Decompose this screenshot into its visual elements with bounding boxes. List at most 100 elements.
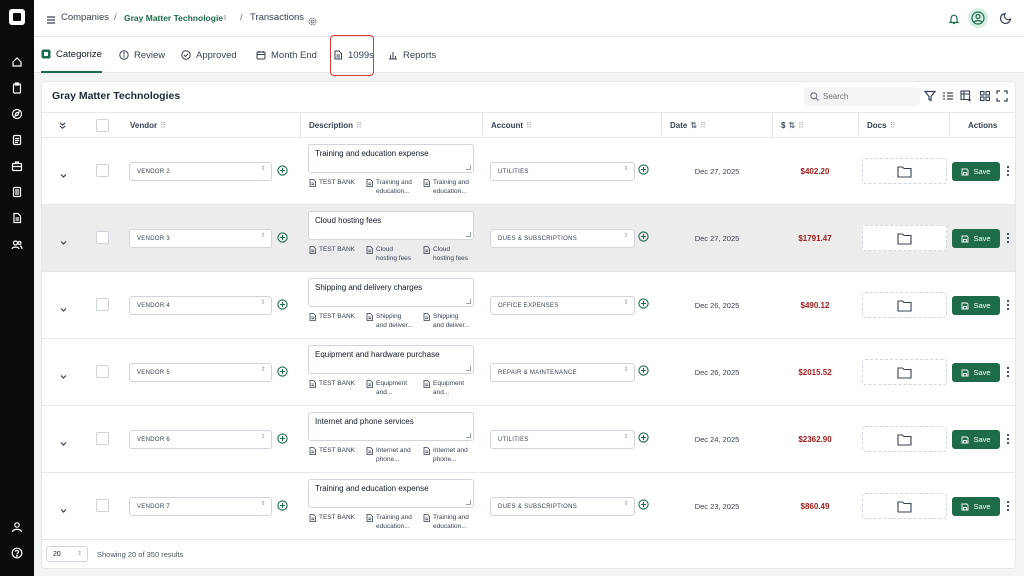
add-account-icon[interactable] [638, 365, 649, 376]
column-header-vendor[interactable]: Vendor ⠿ [130, 113, 166, 137]
document-icon[interactable] [11, 134, 23, 146]
filter-icon[interactable] [924, 90, 936, 102]
dark-mode-icon[interactable] [999, 11, 1013, 25]
add-vendor-icon[interactable] [277, 500, 288, 511]
drag-handle-icon[interactable]: ⠿ [356, 121, 362, 130]
account-select[interactable]: DUES & SUBSCRIPTIONS ⇕ [490, 497, 635, 516]
drag-handle-icon[interactable]: ⠿ [700, 121, 706, 130]
column-header-description[interactable]: Description ⠿ [309, 113, 362, 137]
search-box[interactable] [804, 87, 920, 106]
users-icon[interactable] [11, 239, 23, 251]
more-options-icon[interactable] [1006, 232, 1010, 244]
tab-categorize[interactable]: Categorize [41, 37, 102, 73]
attachment-item[interactable]: Cloud hosting fees [366, 246, 411, 263]
sort-icon[interactable]: ⇅ [788, 121, 795, 130]
docs-dropzone[interactable] [862, 359, 947, 385]
description-input[interactable]: Training and education expense [308, 479, 474, 508]
row-checkbox[interactable] [96, 164, 109, 177]
more-options-icon[interactable] [1006, 433, 1010, 445]
resize-grip[interactable] [466, 232, 471, 237]
chevron-down-icon[interactable] [59, 502, 68, 513]
column-header-account[interactable]: Account ⠿ [491, 113, 532, 137]
column-header-date[interactable]: Date ⇅ ⠿ [670, 113, 706, 137]
table-row[interactable]: VENDOR 3 ⇕ Cloud hosting fees TEST BANK … [42, 205, 1015, 272]
resize-grip[interactable] [466, 299, 471, 304]
vendor-select[interactable]: VENDOR 5 ⇕ [129, 363, 272, 382]
bell-icon[interactable] [948, 12, 960, 25]
add-vendor-icon[interactable] [277, 299, 288, 310]
resize-grip[interactable] [466, 366, 471, 371]
add-vendor-icon[interactable] [277, 433, 288, 444]
briefcase-icon[interactable] [11, 160, 23, 172]
tab-review[interactable]: Review [119, 37, 165, 73]
add-account-icon[interactable] [638, 231, 649, 242]
expand-all-icon[interactable] [58, 113, 67, 137]
account-select[interactable]: DUES & SUBSCRIPTIONS ⇕ [490, 229, 635, 248]
description-input[interactable]: Internet and phone services [308, 412, 474, 441]
more-options-icon[interactable] [1006, 366, 1010, 378]
breadcrumb-company[interactable]: Gray Matter Technologie [124, 13, 223, 23]
tab-approved[interactable]: Approved [181, 37, 237, 73]
account-select[interactable]: REPAIR & MAINTENANCE ⇕ [490, 363, 635, 382]
table-row[interactable]: VENDOR 5 ⇕ Equipment and hardware purcha… [42, 339, 1015, 406]
drag-handle-icon[interactable]: ⠿ [526, 121, 532, 130]
vendor-select[interactable]: VENDOR 6 ⇕ [129, 430, 272, 449]
table-row[interactable]: VENDOR 4 ⇕ Shipping and delivery charges… [42, 272, 1015, 339]
help-icon[interactable] [11, 547, 23, 559]
table-add-icon[interactable] [960, 90, 972, 102]
save-button[interactable]: Save [952, 430, 1000, 449]
home-icon[interactable] [11, 56, 23, 68]
attachment-item[interactable]: Shipping and deliver... [366, 313, 413, 330]
description-input[interactable]: Training and education expense [308, 144, 474, 173]
add-account-icon[interactable] [638, 164, 649, 175]
description-input[interactable]: Equipment and hardware purchase [308, 345, 474, 374]
file-text-icon[interactable] [11, 186, 23, 198]
docs-dropzone[interactable] [862, 225, 947, 251]
row-checkbox[interactable] [96, 365, 109, 378]
table-row[interactable]: VENDOR 2 ⇕ Training and education expens… [42, 138, 1015, 205]
resize-grip[interactable] [466, 500, 471, 505]
tab-reports[interactable]: Reports [388, 37, 436, 73]
column-header-amount[interactable]: $ ⇅ ⠿ [781, 113, 804, 137]
description-input[interactable]: Cloud hosting fees [308, 211, 474, 240]
add-vendor-icon[interactable] [277, 366, 288, 377]
clipboard-icon[interactable] [11, 82, 23, 94]
resize-grip[interactable] [466, 165, 471, 170]
attachment-item[interactable]: Internet and phone... [423, 447, 468, 464]
row-checkbox[interactable] [96, 432, 109, 445]
user-avatar[interactable] [968, 8, 988, 28]
chevron-down-icon[interactable] [59, 301, 68, 312]
chevron-down-icon[interactable] [59, 368, 68, 379]
docs-dropzone[interactable] [862, 493, 947, 519]
vendor-select[interactable]: VENDOR 4 ⇕ [129, 296, 272, 315]
table-row[interactable]: VENDOR 7 ⇕ Training and education expens… [42, 473, 1015, 540]
account-select[interactable]: UTILITIES ⇕ [490, 162, 635, 181]
compass-icon[interactable] [11, 108, 23, 120]
row-checkbox[interactable] [96, 298, 109, 311]
breadcrumb-companies[interactable]: Companies [61, 12, 109, 23]
user-icon[interactable] [11, 521, 23, 533]
column-header-docs[interactable]: Docs ⠿ [867, 113, 895, 137]
vendor-select[interactable]: VENDOR 7 ⇕ [129, 497, 272, 516]
more-options-icon[interactable] [1006, 165, 1010, 177]
add-account-icon[interactable] [638, 499, 649, 510]
account-select[interactable]: OFFICE EXPENSES ⇕ [490, 296, 635, 315]
more-options-icon[interactable] [1006, 299, 1010, 311]
resize-grip[interactable] [466, 433, 471, 438]
attachment-item[interactable]: Shipping and deliver... [423, 313, 470, 330]
search-input[interactable] [823, 90, 915, 103]
save-button[interactable]: Save [952, 162, 1000, 181]
account-select[interactable]: UTILITIES ⇕ [490, 430, 635, 449]
add-account-icon[interactable] [638, 298, 649, 309]
attachment-item[interactable]: Training and education... [423, 514, 469, 531]
attachment-item[interactable]: Training and education... [366, 514, 412, 531]
attachment-item[interactable]: Equipment and... [423, 380, 464, 397]
vendor-select[interactable]: VENDOR 3 ⇕ [129, 229, 272, 248]
company-selector-updown-icon[interactable]: ⇕ [222, 14, 228, 22]
docs-dropzone[interactable] [862, 426, 947, 452]
docs-dropzone[interactable] [862, 158, 947, 184]
attachment-item[interactable]: Equipment and... [366, 380, 407, 397]
vendor-select[interactable]: VENDOR 2 ⇕ [129, 162, 272, 181]
per-page-select[interactable]: 20 ⇕ [46, 546, 88, 562]
settings-icon[interactable] [308, 13, 317, 26]
